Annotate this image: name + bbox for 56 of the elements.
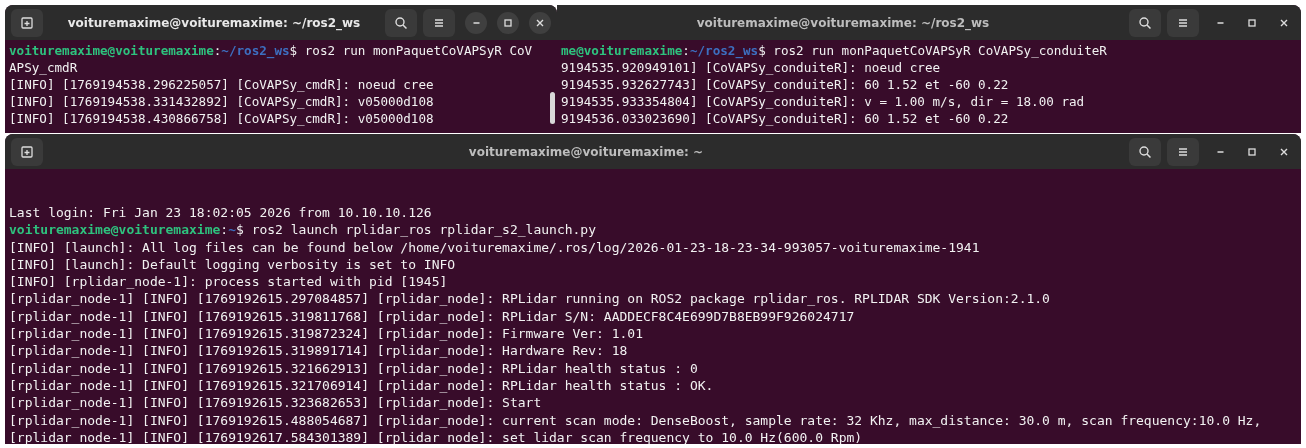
search-icon — [394, 15, 408, 30]
new-tab-button[interactable] — [11, 8, 43, 37]
prompt-separator: : — [682, 43, 690, 58]
window-title: voituremaxime@voituremaxime: ~/ros2_ws — [695, 14, 991, 32]
prompt-path: ~/ros2_ws — [689, 43, 759, 58]
prompt-user-host: voituremaxime@voituremaxime — [9, 222, 221, 238]
minimize-icon — [1216, 150, 1224, 153]
minimize-icon — [472, 21, 480, 24]
output-line: 9194535.933354804] [CoVAPSy_conduiteR]: v = 1.00 m/s, dir = 18.00 rad — [561, 93, 1086, 110]
new-tab-icon — [20, 144, 34, 159]
search-button[interactable] — [1129, 137, 1161, 166]
output-line: [INFO] [launch]: Default logging verbosity is set to INFO — [9, 255, 457, 274]
output-line: [INFO] [1769194538.296225057] [CoVAPSy_cmdR]: noeud cree — [9, 76, 435, 93]
output-line: 9194535.920949101] [CoVAPSy_conduiteR]: noeud cree — [561, 59, 942, 76]
close-button[interactable] — [529, 11, 551, 34]
command-text: $ ros2 run monPaquetCoVAPSyR CoV — [289, 43, 533, 58]
output-line: [INFO] [1769194538.331432892] [CoVAPSy_cmdR]: v05000d108 — [9, 93, 435, 110]
output-line: [rplidar_node-1] [INFO] [1769192615.323682653] [rplidar_node]: Start — [9, 394, 543, 412]
window-title: voituremaxime@voituremaxime: ~ — [467, 143, 705, 161]
output-line: [INFO] [1769194538.430866758] [CoVAPSy_cmdR]: v05000d108 — [9, 110, 435, 127]
prompt-user-host: me@voituremaxime — [561, 43, 683, 58]
prompt-path: ~/ros2_ws — [221, 43, 290, 58]
output-line: 9194535.932627743] [CoVAPSy_conduiteR]: 60 1.52 et -60 0.22 — [561, 76, 1010, 93]
command-text: $ ros2 run monPaquetCoVAPSyR CoVAPSy_conduiteR — [758, 43, 1107, 58]
scrollbar-thumb[interactable] — [550, 92, 555, 124]
output-line: [INFO] [launch]: All log files can be found below /home/voituremaxime/.ros/log/2026-01-23-18-23-34-993057-voituremaxime-1941 — [9, 238, 981, 256]
search-icon — [1138, 144, 1152, 159]
search-button[interactable] — [385, 8, 417, 37]
output-line: Last login: Fri Jan 23 18:02:05 2026 from 10.10.10.126 — [9, 204, 433, 222]
output-line: [rplidar_node-1] [INFO] [1769192615.321662913] [rplidar_node]: RPLidar health status : 0 — [9, 359, 699, 377]
menu-button[interactable] — [423, 8, 455, 37]
output-line: [rplidar_node-1] [INFO] [1769192615.319811768] [rplidar_node]: RPLidar S/N: AADDECF8C4E699D7B8EB99F926024717 — [9, 307, 856, 326]
output-line: [rplidar_node-1] [INFO] [1769192615.297084857] [rplidar_node]: RPLidar running on ROS2 package rplidar_ros. RPLIDAR SDK Version:2.1.0 — [9, 290, 1051, 308]
prompt-separator: : — [213, 43, 222, 58]
menu-button[interactable] — [1167, 137, 1199, 166]
output-line: [INFO] [rplidar_node-1]: process started with pid [1945] — [9, 273, 449, 291]
prompt-separator: : — [220, 222, 229, 238]
output-line: [rplidar_node-1] [INFO] [1769192615.321706914] [rplidar_node]: RPLidar health status : OK. — [9, 376, 715, 395]
output-line: APSy_cmdR — [9, 59, 79, 76]
output-line: [rplidar_node-1] [INFO] [1769192617.584301389] [rplidar_node]: set lidar scan frequency to 10.0 Hz(600.0 Rpm) — [9, 428, 864, 444]
new-tab-button[interactable] — [11, 137, 43, 166]
new-tab-icon — [20, 15, 34, 30]
menu-button[interactable] — [1167, 8, 1199, 37]
command-text: $ ros2 launch rplidar_ros rplidar_s2_launch.py — [236, 222, 596, 238]
prompt-user-host: voituremaxime@voituremaxime — [9, 43, 214, 58]
output-line: 9194536.033023690] [CoVAPSy_conduiteR]: 60 1.52 et -60 0.22 — [561, 110, 1010, 127]
maximize-button[interactable] — [497, 11, 519, 34]
minimize-icon — [1216, 21, 1224, 24]
output-line: [rplidar_node-1] [INFO] [1769192615.488054687] [rplidar_node]: current scan mode: DenseBoost, sample rate: 32 Khz, max_distance: 30.0 m, scan frequency:10.0 Hz, — [9, 411, 1263, 429]
search-button[interactable] — [1129, 8, 1161, 37]
minimize-button[interactable] — [465, 11, 487, 34]
output-line: [rplidar_node-1] [INFO] [1769192615.319872324] [rplidar_node]: Firmware Ver: 1.01 — [9, 325, 644, 343]
prompt-path: ~ — [228, 222, 236, 238]
output-line: [rplidar_node-1] [INFO] [1769192615.319891714] [rplidar_node]: Hardware Rev: 18 — [9, 342, 629, 360]
search-icon — [1138, 15, 1152, 30]
window-title: voituremaxime@voituremaxime: ~/ros2_ws — [66, 14, 362, 32]
